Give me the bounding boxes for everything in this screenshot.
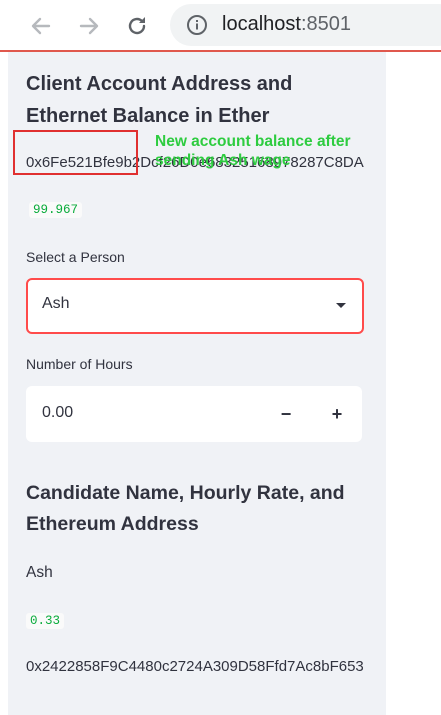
url-text: localhost:8501 [222, 13, 351, 36]
client-heading: Client Account Address and Ethernet Bala… [26, 73, 293, 127]
back-icon[interactable] [26, 11, 56, 41]
hourly-rate-value: 0.33 [26, 613, 65, 629]
select-person-label: Select a Person [26, 249, 125, 265]
person-select[interactable]: Ash [26, 278, 364, 334]
candidate-address: 0x2422858F9C4480c2724A309D58Ffd7Ac8bF653 [26, 658, 364, 675]
hours-label: Number of Hours [26, 356, 133, 372]
browser-toolbar: localhost:8501 [0, 0, 441, 52]
hours-input[interactable]: 0.00 − + [26, 386, 362, 442]
chevron-down-icon [336, 303, 346, 308]
url-port: :8501 [300, 13, 351, 35]
annotation-box [13, 130, 138, 175]
increment-button[interactable]: + [322, 399, 352, 429]
candidate-heading: Candidate Name, Hourly Rate, and Ethereu… [26, 482, 345, 535]
forward-icon[interactable] [74, 11, 104, 41]
decrement-button[interactable]: − [271, 399, 301, 429]
site-info-icon[interactable] [186, 14, 208, 41]
candidate-name: Ash [26, 564, 53, 581]
annotation-text: New account balance after sending Ash wa… [155, 133, 351, 169]
balance-value: 99.967 [29, 202, 83, 218]
reload-icon[interactable] [122, 11, 152, 41]
url-host: localhost [222, 13, 301, 35]
hours-value[interactable]: 0.00 [42, 404, 73, 422]
person-select-value: Ash [42, 295, 70, 312]
address-bar[interactable]: localhost:8501 [170, 4, 441, 46]
